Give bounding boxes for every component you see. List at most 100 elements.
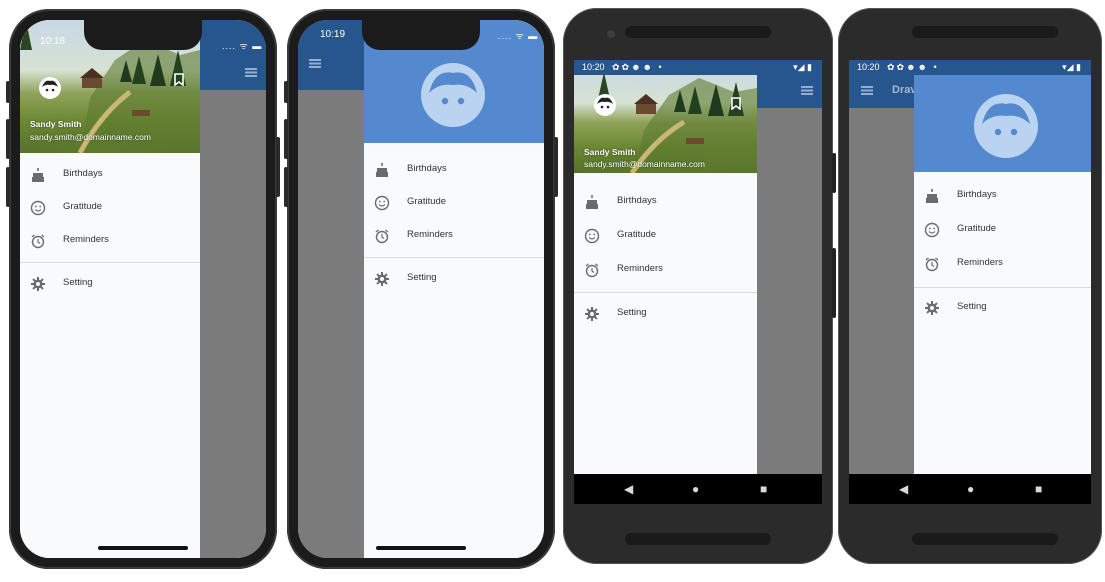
drawer-divider	[574, 292, 757, 293]
account-avatar-icon[interactable]	[974, 94, 1038, 158]
drawer-item-label: Gratitude	[407, 196, 447, 207]
phone-screen: 10:20 ✿✿☻☻ • ▾◢ ▮ Sandy Smith sandy.smit…	[574, 60, 822, 504]
phone-screen: .... ᯤ ▬ 10:18 Sandy Smith sandy.smith@d…	[20, 20, 266, 558]
iphone-frame-1: .... ᯤ ▬ 10:18 Sandy Smith sandy.smith@d…	[6, 9, 280, 569]
status-time: 10:20	[582, 62, 605, 72]
nav-drawer: Birthdays Gratitude Reminders Setting	[914, 75, 1091, 504]
iphone-frame-2: 10:19 .... ᯤ ▬ Birthdays Gratitude Remin…	[284, 9, 558, 569]
drawer-item-reminders[interactable]: Reminders	[914, 248, 1091, 280]
drawer-item-setting[interactable]: Setting	[914, 292, 1091, 324]
drawer-item-birthdays[interactable]: Birthdays	[914, 180, 1091, 212]
menu-icon[interactable]	[801, 86, 813, 95]
drawer-item-birthdays[interactable]: Birthdays	[364, 154, 544, 186]
drawer-item-setting[interactable]: Setting	[364, 263, 544, 295]
drawer-item-label: Reminders	[63, 234, 109, 245]
gear-icon	[585, 307, 599, 321]
volume-up-button	[6, 119, 10, 159]
drawer-item-label: Reminders	[407, 229, 453, 240]
drawer-item-setting[interactable]: Setting	[574, 298, 757, 330]
drawer-item-reminders[interactable]: Reminders	[364, 220, 544, 252]
menu-icon[interactable]	[309, 59, 321, 68]
app-bar: 10:19	[298, 20, 364, 90]
cake-icon	[586, 195, 598, 209]
drawer-scrim[interactable]	[849, 60, 914, 504]
account-avatar-icon[interactable]	[421, 63, 485, 127]
home-icon[interactable]: ●	[692, 481, 699, 497]
drawer-item-gratitude[interactable]: Gratitude	[20, 192, 200, 224]
home-icon[interactable]: ●	[967, 481, 974, 497]
status-icons: .... ᯤ ▬	[498, 31, 539, 41]
drawer-item-reminders[interactable]: Reminders	[20, 225, 200, 257]
drawer-item-label: Reminders	[617, 263, 663, 274]
drawer-header-image: Sandy Smith sandy.smith@domainname.com	[574, 60, 757, 173]
volume-down-button	[284, 167, 288, 207]
drawer-item-birthdays[interactable]: Birthdays	[20, 159, 200, 191]
cake-icon	[926, 189, 938, 203]
notification-icons: ✿✿☻☻ •	[612, 62, 664, 72]
menu-icon[interactable]	[861, 86, 873, 95]
drawer-item-birthdays[interactable]: Birthdays	[574, 186, 757, 218]
notification-icons: ✿✿☻☻ •	[887, 62, 939, 72]
status-time: 10:18	[40, 36, 66, 47]
drawer-divider	[364, 257, 544, 258]
android-frame-1: 10:20 ✿✿☻☻ • ▾◢ ▮ Sandy Smith sandy.smit…	[563, 8, 836, 564]
android-frame-2: Drav 10:20 ✿✿☻☻ • ▾◢ ▮ Birthdays Gratitu…	[838, 8, 1102, 564]
account-avatar-icon[interactable]	[39, 77, 61, 99]
drawer-scrim[interactable]	[200, 20, 266, 558]
alarm-icon	[585, 263, 599, 278]
account-avatar-icon[interactable]	[594, 94, 616, 116]
status-icons: .... ᯤ ▬	[222, 41, 263, 51]
nav-drawer: 10:18 Sandy Smith sandy.smith@domainname…	[20, 20, 200, 558]
status-bar: 10:20 ✿✿☻☻ • ▾◢ ▮	[849, 60, 1091, 75]
cake-icon	[376, 163, 388, 177]
gear-icon	[31, 277, 45, 291]
cake-icon	[32, 168, 44, 182]
drawer-item-label: Birthdays	[407, 163, 447, 174]
user-email: sandy.smith@domainname.com	[30, 132, 151, 142]
bottom-speaker	[912, 533, 1058, 545]
drawer-header	[914, 75, 1091, 172]
alarm-icon	[31, 234, 45, 249]
user-name: Sandy Smith	[30, 119, 82, 129]
app-bar-title: Drav	[892, 84, 917, 96]
drawer-item-label: Birthdays	[63, 168, 103, 179]
drawer-scrim[interactable]	[757, 60, 822, 504]
recents-icon[interactable]: ■	[1035, 481, 1042, 497]
drawer-scrim[interactable]	[298, 20, 364, 558]
drawer-item-gratitude[interactable]: Gratitude	[574, 220, 757, 252]
menu-icon[interactable]	[245, 68, 257, 77]
mute-switch	[284, 81, 288, 103]
nav-drawer: Sandy Smith sandy.smith@domainname.com B…	[574, 60, 757, 504]
recents-icon[interactable]: ■	[760, 481, 767, 497]
smiley-icon	[924, 222, 940, 238]
android-nav-bar: ◀ ● ■	[849, 474, 1091, 504]
alarm-icon	[375, 229, 389, 244]
drawer-item-reminders[interactable]: Reminders	[574, 254, 757, 286]
power-button	[276, 137, 280, 197]
phone-screen: 10:19 .... ᯤ ▬ Birthdays Gratitude Remin…	[298, 20, 544, 558]
volume-button	[832, 248, 836, 318]
alarm-icon	[925, 257, 939, 272]
drawer-item-label: Setting	[617, 307, 647, 318]
gear-icon	[375, 272, 389, 286]
smiley-icon	[374, 195, 390, 211]
app-bar: .... ᯤ ▬	[200, 20, 266, 90]
bookmark-icon[interactable]	[174, 73, 184, 86]
volume-up-button	[284, 119, 288, 159]
signal-battery-icons: ▾◢ ▮	[793, 62, 812, 72]
front-camera	[607, 30, 615, 38]
back-icon[interactable]: ◀	[899, 481, 908, 497]
status-time: 10:20	[857, 62, 880, 72]
drawer-item-gratitude[interactable]: Gratitude	[364, 187, 544, 219]
drawer-item-label: Setting	[957, 301, 987, 312]
bottom-speaker	[625, 533, 771, 545]
drawer-item-gratitude[interactable]: Gratitude	[914, 214, 1091, 246]
status-time: 10:19	[320, 29, 346, 40]
back-icon[interactable]: ◀	[624, 481, 633, 497]
bookmark-icon[interactable]	[731, 97, 741, 110]
drawer-item-setting[interactable]: Setting	[20, 268, 200, 300]
home-indicator	[98, 546, 188, 550]
android-nav-bar: ◀ ● ■	[574, 474, 822, 504]
top-speaker	[625, 26, 771, 38]
drawer-item-label: Birthdays	[617, 195, 657, 206]
